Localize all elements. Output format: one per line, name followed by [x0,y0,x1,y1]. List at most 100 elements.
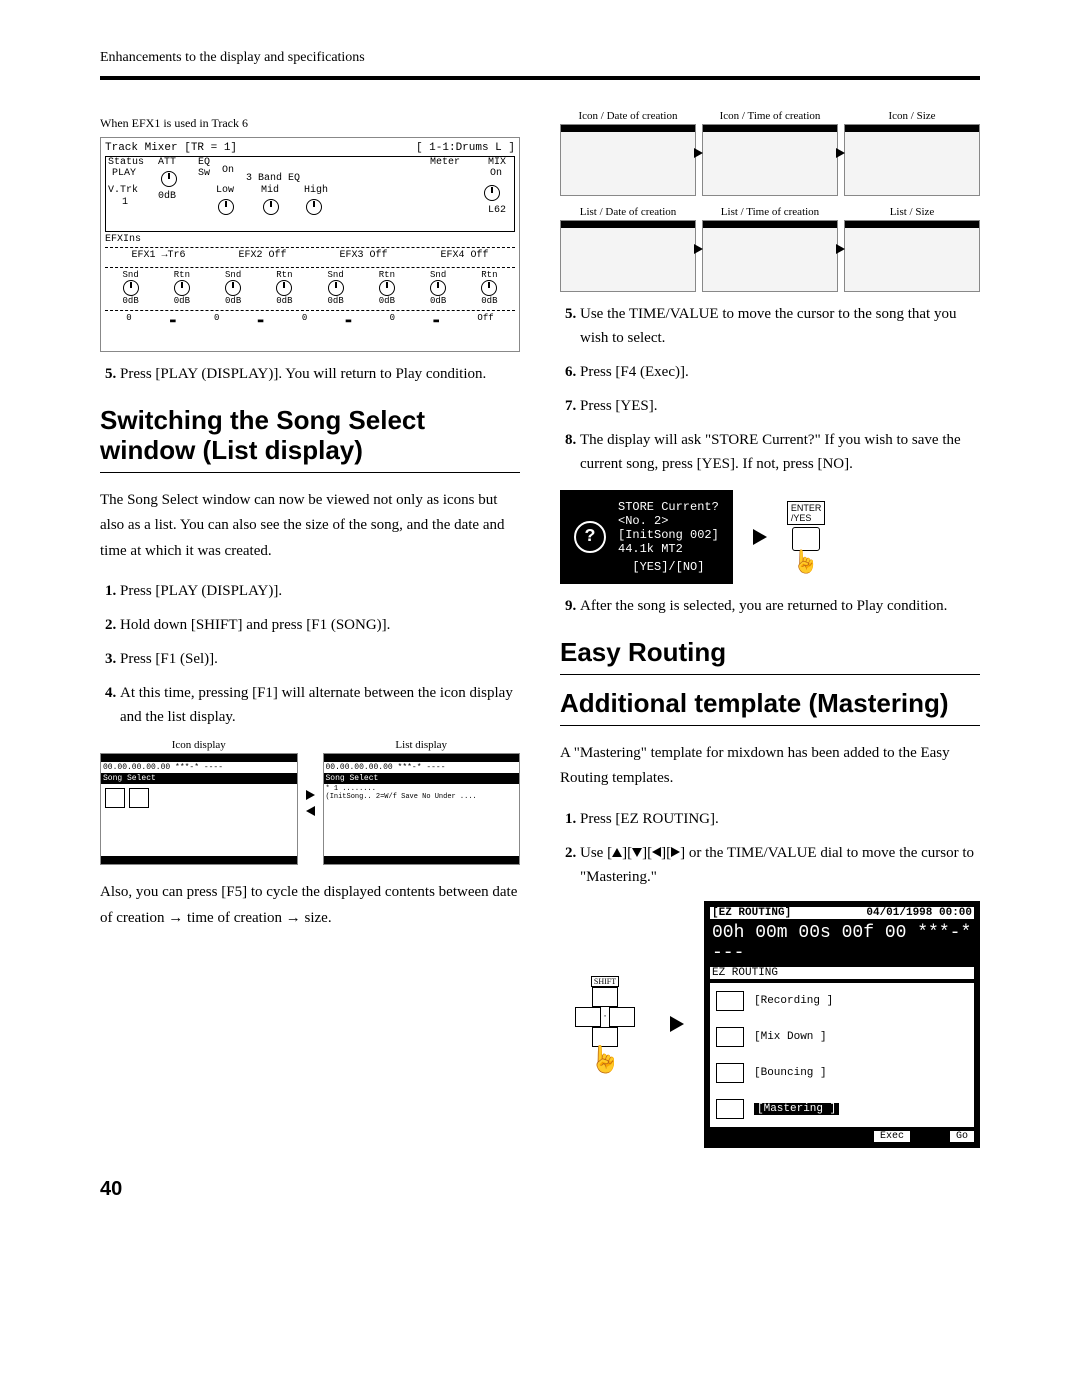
thumb2 [702,124,838,196]
icon-title: Song Select [101,773,297,784]
additional-intro: A "Mastering" template for mixdown has b… [560,741,980,792]
question-icon: ? [574,521,606,553]
ez-row-recording: [Recording ] [710,983,974,1019]
ez-row-mastering-label: [Mastering ] [754,1103,839,1115]
cursor-right-icon [671,847,680,857]
hand-press-icon: ☝ [589,1047,621,1073]
ez-time: 00h 00m 00s 00f 00 ***-* --- [712,923,972,963]
switching-steps: Press [PLAY (DISPLAY)]. Hold down [SHIFT… [100,579,520,729]
store-prompt-figure: ? STORE Current? <No. 2> [InitSong 002] … [560,490,980,584]
switching-step2: Hold down [SHIFT] and press [F1 (SONG)]. [120,613,520,637]
arrow-icon [836,148,845,158]
shift-label: SHIFT [591,976,619,987]
cursor-down-icon [632,848,642,857]
high-knob [306,199,322,215]
icon-list-pair: Icon display 00.00.00.00.00 ***-* ---- S… [100,739,520,865]
snd1-knob [123,280,139,296]
store-line4: 44.1k MT2 [618,542,719,556]
arrow-right-icon [753,529,767,545]
efxins-label: EFXIns [105,234,515,245]
mixer-title-right: [ 1-1:Drums L ] [416,142,515,154]
right-step8: The display will ask "STORE Current?" If… [580,428,980,476]
fader5: Off [477,313,493,323]
fader-row: 0 ▂ 0 ▂ 0 ▂ 0 ▂ Off [105,310,515,325]
eqsw-value: On [222,165,234,176]
arrow-right-icon [670,1016,684,1032]
store-line3: [InitSong 002] [618,528,719,542]
thumb2-cap: Icon / Time of creation [702,110,838,122]
switching-intro: The Song Select window can now be viewed… [100,488,520,565]
heading-rule-easy [560,674,980,675]
rtn2v: 0dB [276,296,292,306]
dpad-up [592,987,618,1007]
sndrtn-row: Snd0dB Rtn0dB Snd0dB Rtn0dB Snd0dB Rtn0d… [105,267,515,308]
arrow-icon [694,244,703,254]
ez-footer-go: Go [950,1131,974,1142]
rtn4: Rtn [481,270,497,280]
arrow-left-icon [306,806,315,816]
list-display-thumb: 00.00.00.00.00 ***-* ---- Song Select * … [323,753,521,865]
efx2: EFX2 Off [238,250,286,261]
ez-routing-figure: SHIFT · ☝ [EZ ROUTING] 04/01/1998 00:00 … [560,901,980,1148]
s2-pre: Use [ [580,845,612,861]
efx-row: EFX1 →Tr6 EFX2 Off EFX3 Off EFX4 Off [105,247,515,263]
arrow-icon [836,244,845,254]
fader3: 0 [302,313,307,323]
icon-display-thumb: 00.00.00.00.00 ***-* ---- Song Select [100,753,298,865]
rtn1-knob [174,280,190,296]
page: Enhancements to the display and specific… [0,0,1080,1241]
after-pair-text: Also, you can press [F5] to cycle the di… [100,880,520,931]
snd3-knob [328,280,344,296]
ez-header-right: 04/01/1998 00:00 [866,907,972,919]
right-steps-5to8: Use the TIME/VALUE to move the cursor to… [560,302,980,476]
left-column: When EFX1 is used in Track 6 Track Mixer… [100,110,520,1148]
snd4v: 0dB [430,296,446,306]
bouncing-icon [716,1063,744,1083]
mix-on: On [490,168,502,179]
enter-key-icon [792,527,820,551]
list-display-caption: List display [323,739,521,751]
pan-value: L62 [488,205,506,216]
enter-yes-button-figure: ENTER /YES ☝ [787,501,826,573]
icon-display-caption: Icon display [100,739,298,751]
thumbs-row2: List / Date of creation List / Time of c… [560,206,980,292]
meter-label: Meter [430,157,460,168]
rtn4v: 0dB [481,296,497,306]
rtn3: Rtn [379,270,395,280]
low-knob [218,199,234,215]
efx1: EFX1 →Tr6 [131,250,185,261]
mastering-icon [716,1099,744,1119]
att-value: 0dB [158,191,176,202]
ez-row-bouncing-label: [Bouncing ] [754,1067,827,1079]
left-steps-5: Press [PLAY (DISPLAY)]. You will return … [100,362,520,386]
mid-knob [263,199,279,215]
dpad-down [592,1027,618,1047]
heading-switching: Switching the Song Select window (List d… [100,406,520,466]
efx4: EFX4 Off [440,250,488,261]
snd2v: 0dB [225,296,241,306]
pair-arrows [306,786,315,818]
arrow-icon [694,148,703,158]
ez-header-left: [EZ ROUTING] [712,907,791,919]
att-label: ATT [158,157,176,168]
thumb5-cap: List / Time of creation [702,206,838,218]
fader4: 0 [390,313,395,323]
status-label: Status [108,157,144,168]
ez-footer-exec: Exec [874,1131,910,1142]
thumbs-row1: Icon / Date of creation Icon / Time of c… [560,110,980,196]
thumb5 [702,220,838,292]
snd2: Snd [225,270,241,280]
mixer-title-left: Track Mixer [TR = 1] [105,142,237,154]
vtrk-value: 1 [122,197,128,208]
dpad-right [609,1007,635,1027]
thumb4 [560,220,696,292]
pan-knob [484,185,500,201]
snd4: Snd [430,270,446,280]
ez-row-recording-label: [Recording ] [754,995,833,1007]
list-time: 00.00.00.00.00 ***-* ---- [324,762,520,773]
fader2: 0 [214,313,219,323]
rtn2: Rtn [276,270,292,280]
mid-label: Mid [261,185,279,196]
track-mixer-figure: Track Mixer [TR = 1] [ 1-1:Drums L ] Sta… [100,137,520,352]
cursor-up-icon [612,848,622,857]
